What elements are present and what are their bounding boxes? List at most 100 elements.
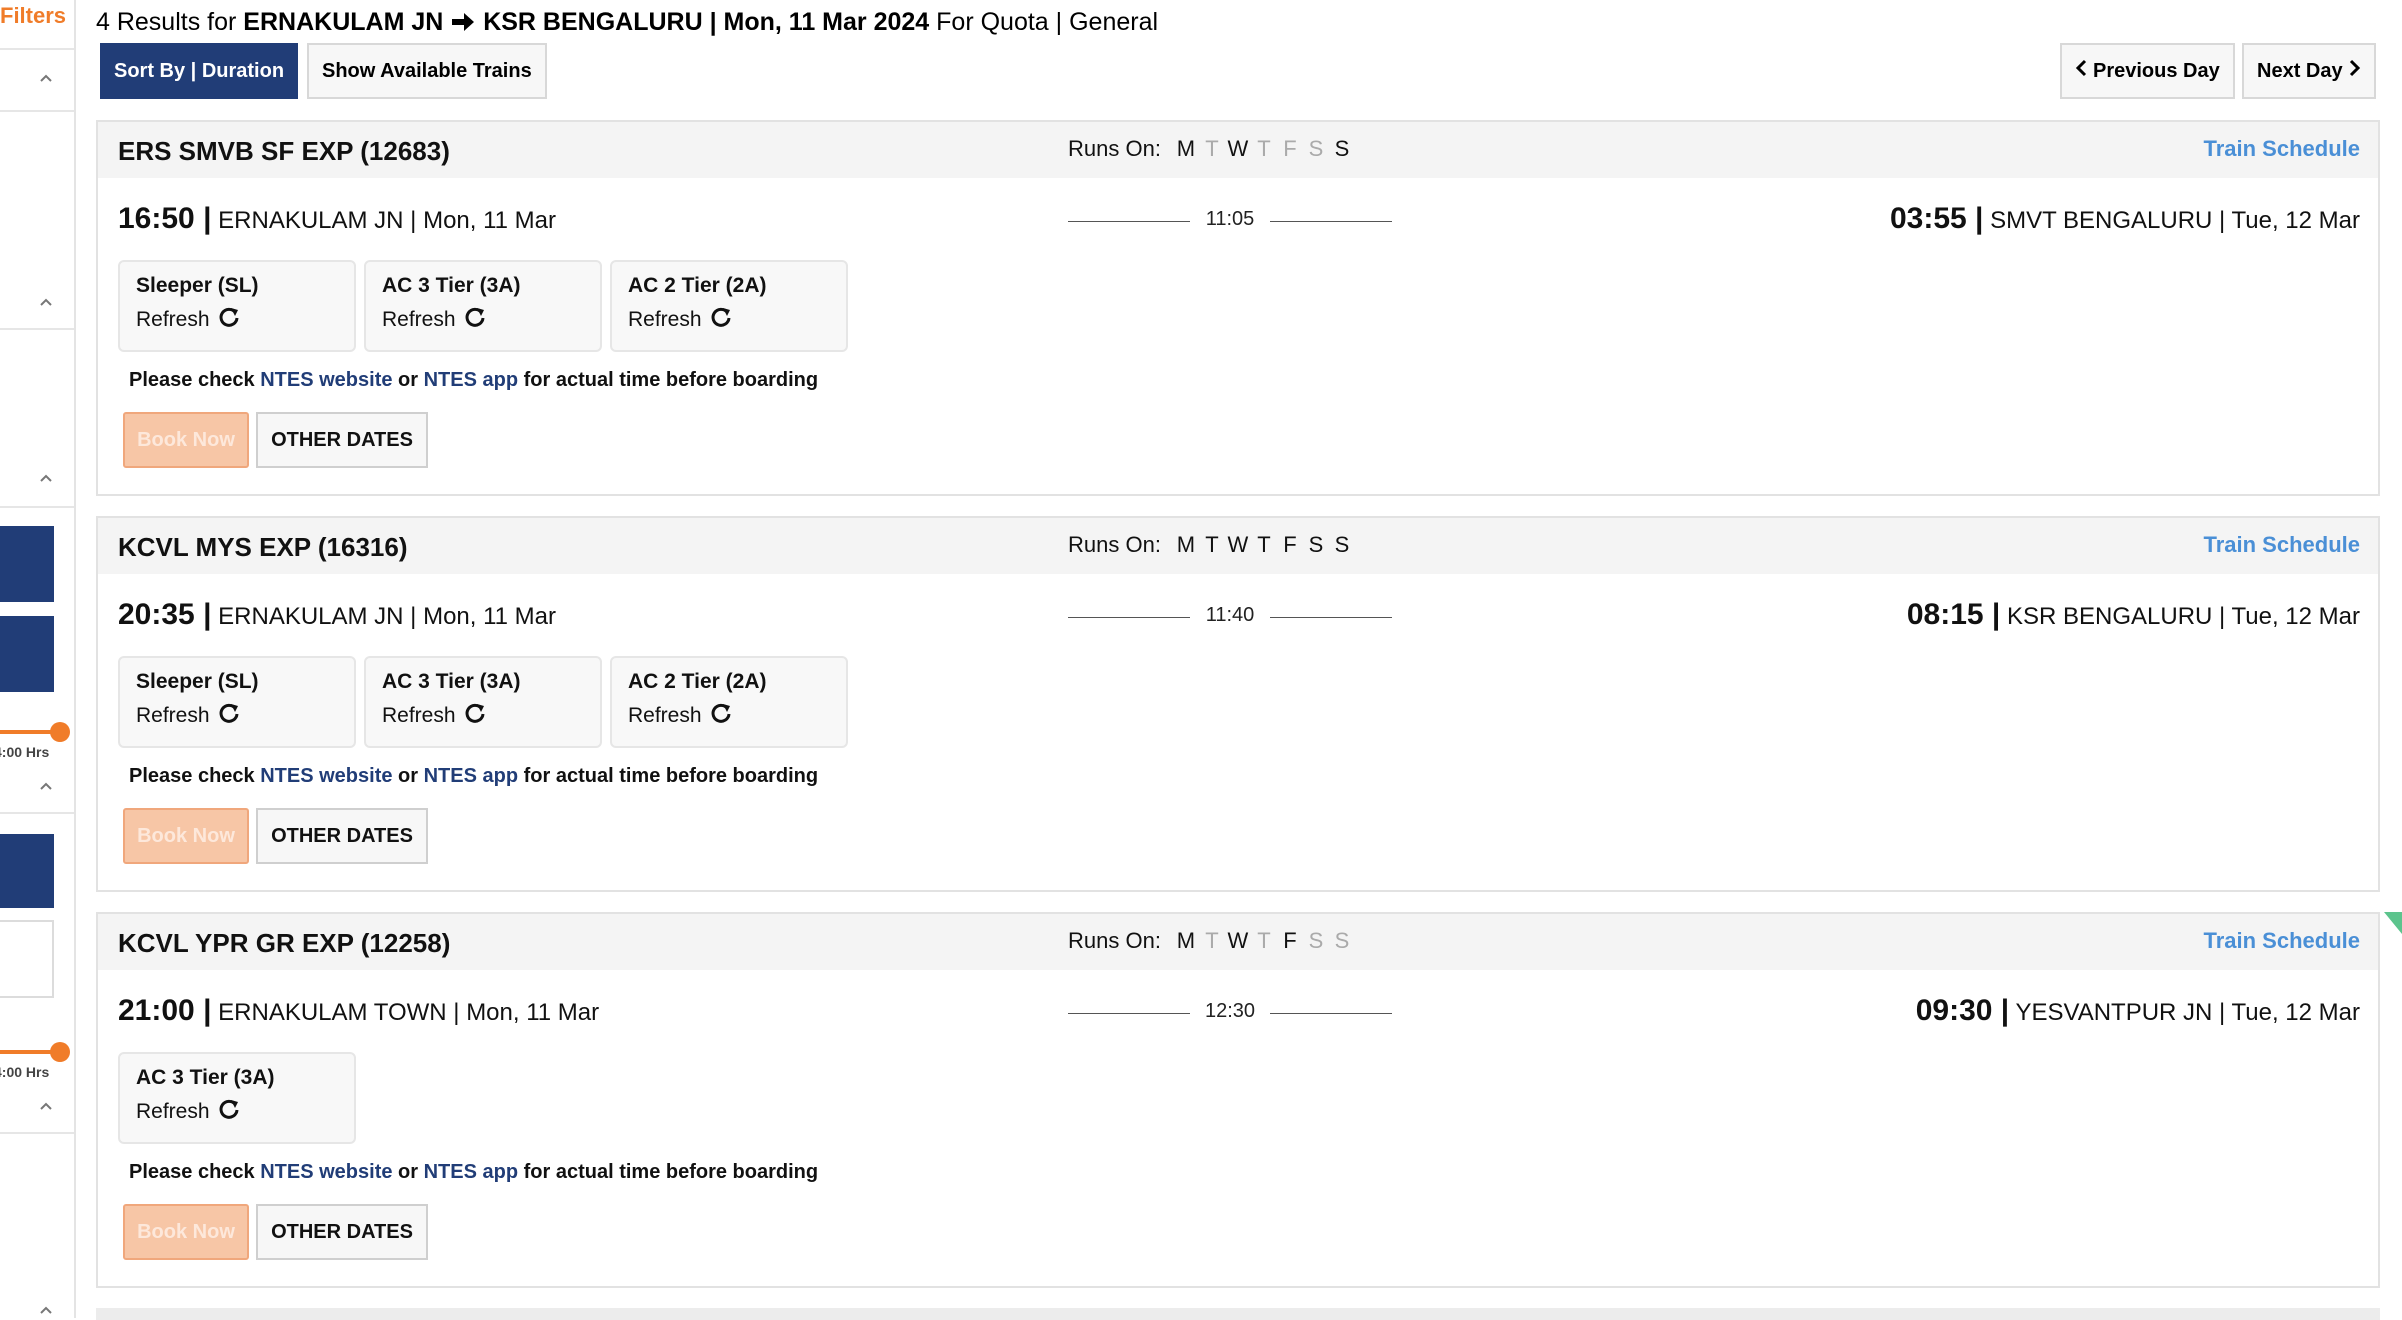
class-availability-card[interactable]: AC 2 Tier (2A) Refresh [610, 260, 848, 352]
train-card-header: ERS SMVB SF EXP (12683) Runs On: MTWTFSS… [98, 122, 2378, 178]
chevron-up-icon[interactable] [38, 294, 54, 310]
refresh-label: Refresh [628, 704, 702, 727]
results-count: 4 Results for [96, 8, 237, 36]
ntes-app-link[interactable]: NTES app [424, 369, 518, 391]
runs-on-days: Runs On: MTWTFSS [1068, 136, 1355, 162]
runs-day-1: T [1205, 136, 1219, 161]
other-dates-button[interactable]: OTHER DATES [256, 808, 428, 864]
ntes-website-link[interactable]: NTES website [260, 1161, 392, 1183]
class-name: AC 2 Tier (2A) [628, 670, 767, 693]
class-availability-card[interactable]: AC 3 Tier (3A) Refresh [364, 656, 602, 748]
refresh-button[interactable]: Refresh [136, 306, 338, 334]
refresh-icon [210, 1098, 240, 1126]
notice-text: or [398, 765, 419, 787]
chevron-right-icon [2343, 59, 2361, 83]
next-day-button[interactable]: Next Day [2242, 43, 2376, 99]
arrival-station-date: YESVANTPUR JN | Tue, 12 Mar [2015, 999, 2360, 1026]
class-name: AC 3 Tier (3A) [136, 1066, 275, 1089]
duration-line [1270, 221, 1392, 222]
train-card: KCVL MYS EXP (16316) Runs On: MTWTFSS Tr… [96, 516, 2380, 892]
train-schedule-link[interactable]: Train Schedule [2204, 532, 2361, 558]
sidebar-divider [0, 812, 74, 814]
train-name: KCVL MYS EXP (16316) [118, 532, 408, 562]
chevron-up-icon[interactable] [38, 70, 54, 86]
notice-text: Please check [129, 765, 255, 787]
results-summary: 4 Results for ERNAKULAM JN KSR BENGALURU… [96, 8, 1158, 40]
runs-day-5: S [1308, 928, 1324, 953]
class-availability-card[interactable]: Sleeper (SL) Refresh [118, 656, 356, 748]
class-name: AC 3 Tier (3A) [382, 274, 521, 297]
class-availability-card[interactable]: AC 2 Tier (2A) Refresh [610, 656, 848, 748]
next-day-label: Next Day [2257, 59, 2343, 82]
class-availability-card[interactable]: AC 3 Tier (3A) Refresh [364, 260, 602, 352]
sort-by-duration-button[interactable]: Sort By | Duration [100, 43, 299, 99]
journey-duration: 11:05 [1068, 208, 1392, 234]
class-list: Sleeper (SL) Refresh AC 3 Tier (3A) Refresh… [118, 260, 848, 352]
refresh-button[interactable]: Refresh [136, 702, 338, 730]
notice-text: Please check [129, 1161, 255, 1183]
time-slot-option[interactable] [0, 526, 54, 602]
duration-slider-handle[interactable] [50, 722, 70, 742]
time-slot-option[interactable] [0, 616, 54, 692]
class-name: AC 2 Tier (2A) [628, 274, 767, 297]
filter-sidebar: Filters 4:00 Hrs 4:00 Hrs [0, 0, 76, 1318]
departure-info: 21:00 | ERNAKULAM TOWN | Mon, 11 Mar [118, 994, 599, 1028]
sidebar-divider [0, 1132, 74, 1134]
runs-on-days: Runs On: MTWTFSS [1068, 928, 1355, 954]
train-card-header: KCVL YPR GR EXP (12258) Runs On: MTWTFSS… [98, 914, 2378, 970]
ntes-app-link[interactable]: NTES app [424, 765, 518, 787]
refresh-button[interactable]: Refresh [382, 702, 584, 730]
duration-value: 11:40 [1205, 604, 1255, 626]
ntes-website-link[interactable]: NTES website [260, 369, 392, 391]
refresh-label: Refresh [136, 1100, 210, 1123]
chevron-up-icon[interactable] [38, 1302, 54, 1318]
other-dates-button[interactable]: OTHER DATES [256, 412, 428, 468]
refresh-button[interactable]: Refresh [382, 306, 584, 334]
class-availability-card[interactable]: AC 3 Tier (3A) Refresh [118, 1052, 356, 1144]
departure-time: 16:50 | [118, 202, 212, 235]
train-name: KCVL YPR GR EXP (12258) [118, 928, 451, 958]
duration-value: 12:30 [1204, 1000, 1256, 1022]
arrival-info: 08:15 | KSR BENGALURU | Tue, 12 Mar [1907, 598, 2360, 632]
refresh-icon [702, 702, 732, 730]
refresh-button[interactable]: Refresh [136, 1098, 338, 1126]
class-availability-card[interactable]: Sleeper (SL) Refresh [118, 260, 356, 352]
runs-day-6: S [1334, 136, 1350, 161]
ntes-app-link[interactable]: NTES app [424, 1161, 518, 1183]
time-slot-option[interactable] [0, 920, 54, 998]
book-now-button[interactable]: Book Now [123, 808, 249, 864]
refresh-button[interactable]: Refresh [628, 702, 830, 730]
chevron-up-icon[interactable] [38, 778, 54, 794]
ntes-notice: Please check NTES website or NTES app fo… [129, 1161, 818, 1184]
runs-day-0: M [1176, 928, 1196, 953]
runs-day-1: T [1205, 928, 1219, 953]
ntes-website-link[interactable]: NTES website [260, 765, 392, 787]
arrival-time: 03:55 | [1889, 202, 1984, 235]
refresh-button[interactable]: Refresh [628, 306, 830, 334]
runs-on-days: Runs On: MTWTFSS [1068, 532, 1355, 558]
runs-day-6: S [1334, 532, 1350, 557]
duration-line [1270, 1013, 1392, 1014]
departure-station-date: ERNAKULAM JN | Mon, 11 Mar [218, 603, 557, 630]
arrival-time: 09:30 | [1915, 994, 2010, 1027]
refresh-label: Refresh [136, 704, 210, 727]
sidebar-divider [0, 328, 74, 330]
train-schedule-link[interactable]: Train Schedule [2204, 928, 2361, 954]
ntes-notice: Please check NTES website or NTES app fo… [129, 765, 818, 788]
train-schedule-link[interactable]: Train Schedule [2204, 136, 2361, 162]
chevron-up-icon[interactable] [38, 470, 54, 486]
runs-day-0: M [1176, 136, 1196, 161]
train-card: ERS SMVB SF EXP (12683) Runs On: MTWTFSS… [96, 120, 2380, 496]
runs-day-5: S [1308, 532, 1324, 557]
time-slot-option[interactable] [0, 834, 54, 908]
show-available-trains-button[interactable]: Show Available Trains [307, 43, 547, 99]
chevron-up-icon[interactable] [38, 1098, 54, 1114]
from-station: ERNAKULAM JN [243, 8, 444, 36]
duration-slider-handle[interactable] [50, 1042, 70, 1062]
book-now-button[interactable]: Book Now [123, 1204, 249, 1260]
previous-day-button[interactable]: Previous Day [2060, 43, 2235, 99]
filters-title: Filters [0, 3, 67, 28]
other-dates-button[interactable]: OTHER DATES [256, 1204, 428, 1260]
departure-time: 20:35 | [118, 598, 212, 631]
book-now-button[interactable]: Book Now [123, 412, 249, 468]
